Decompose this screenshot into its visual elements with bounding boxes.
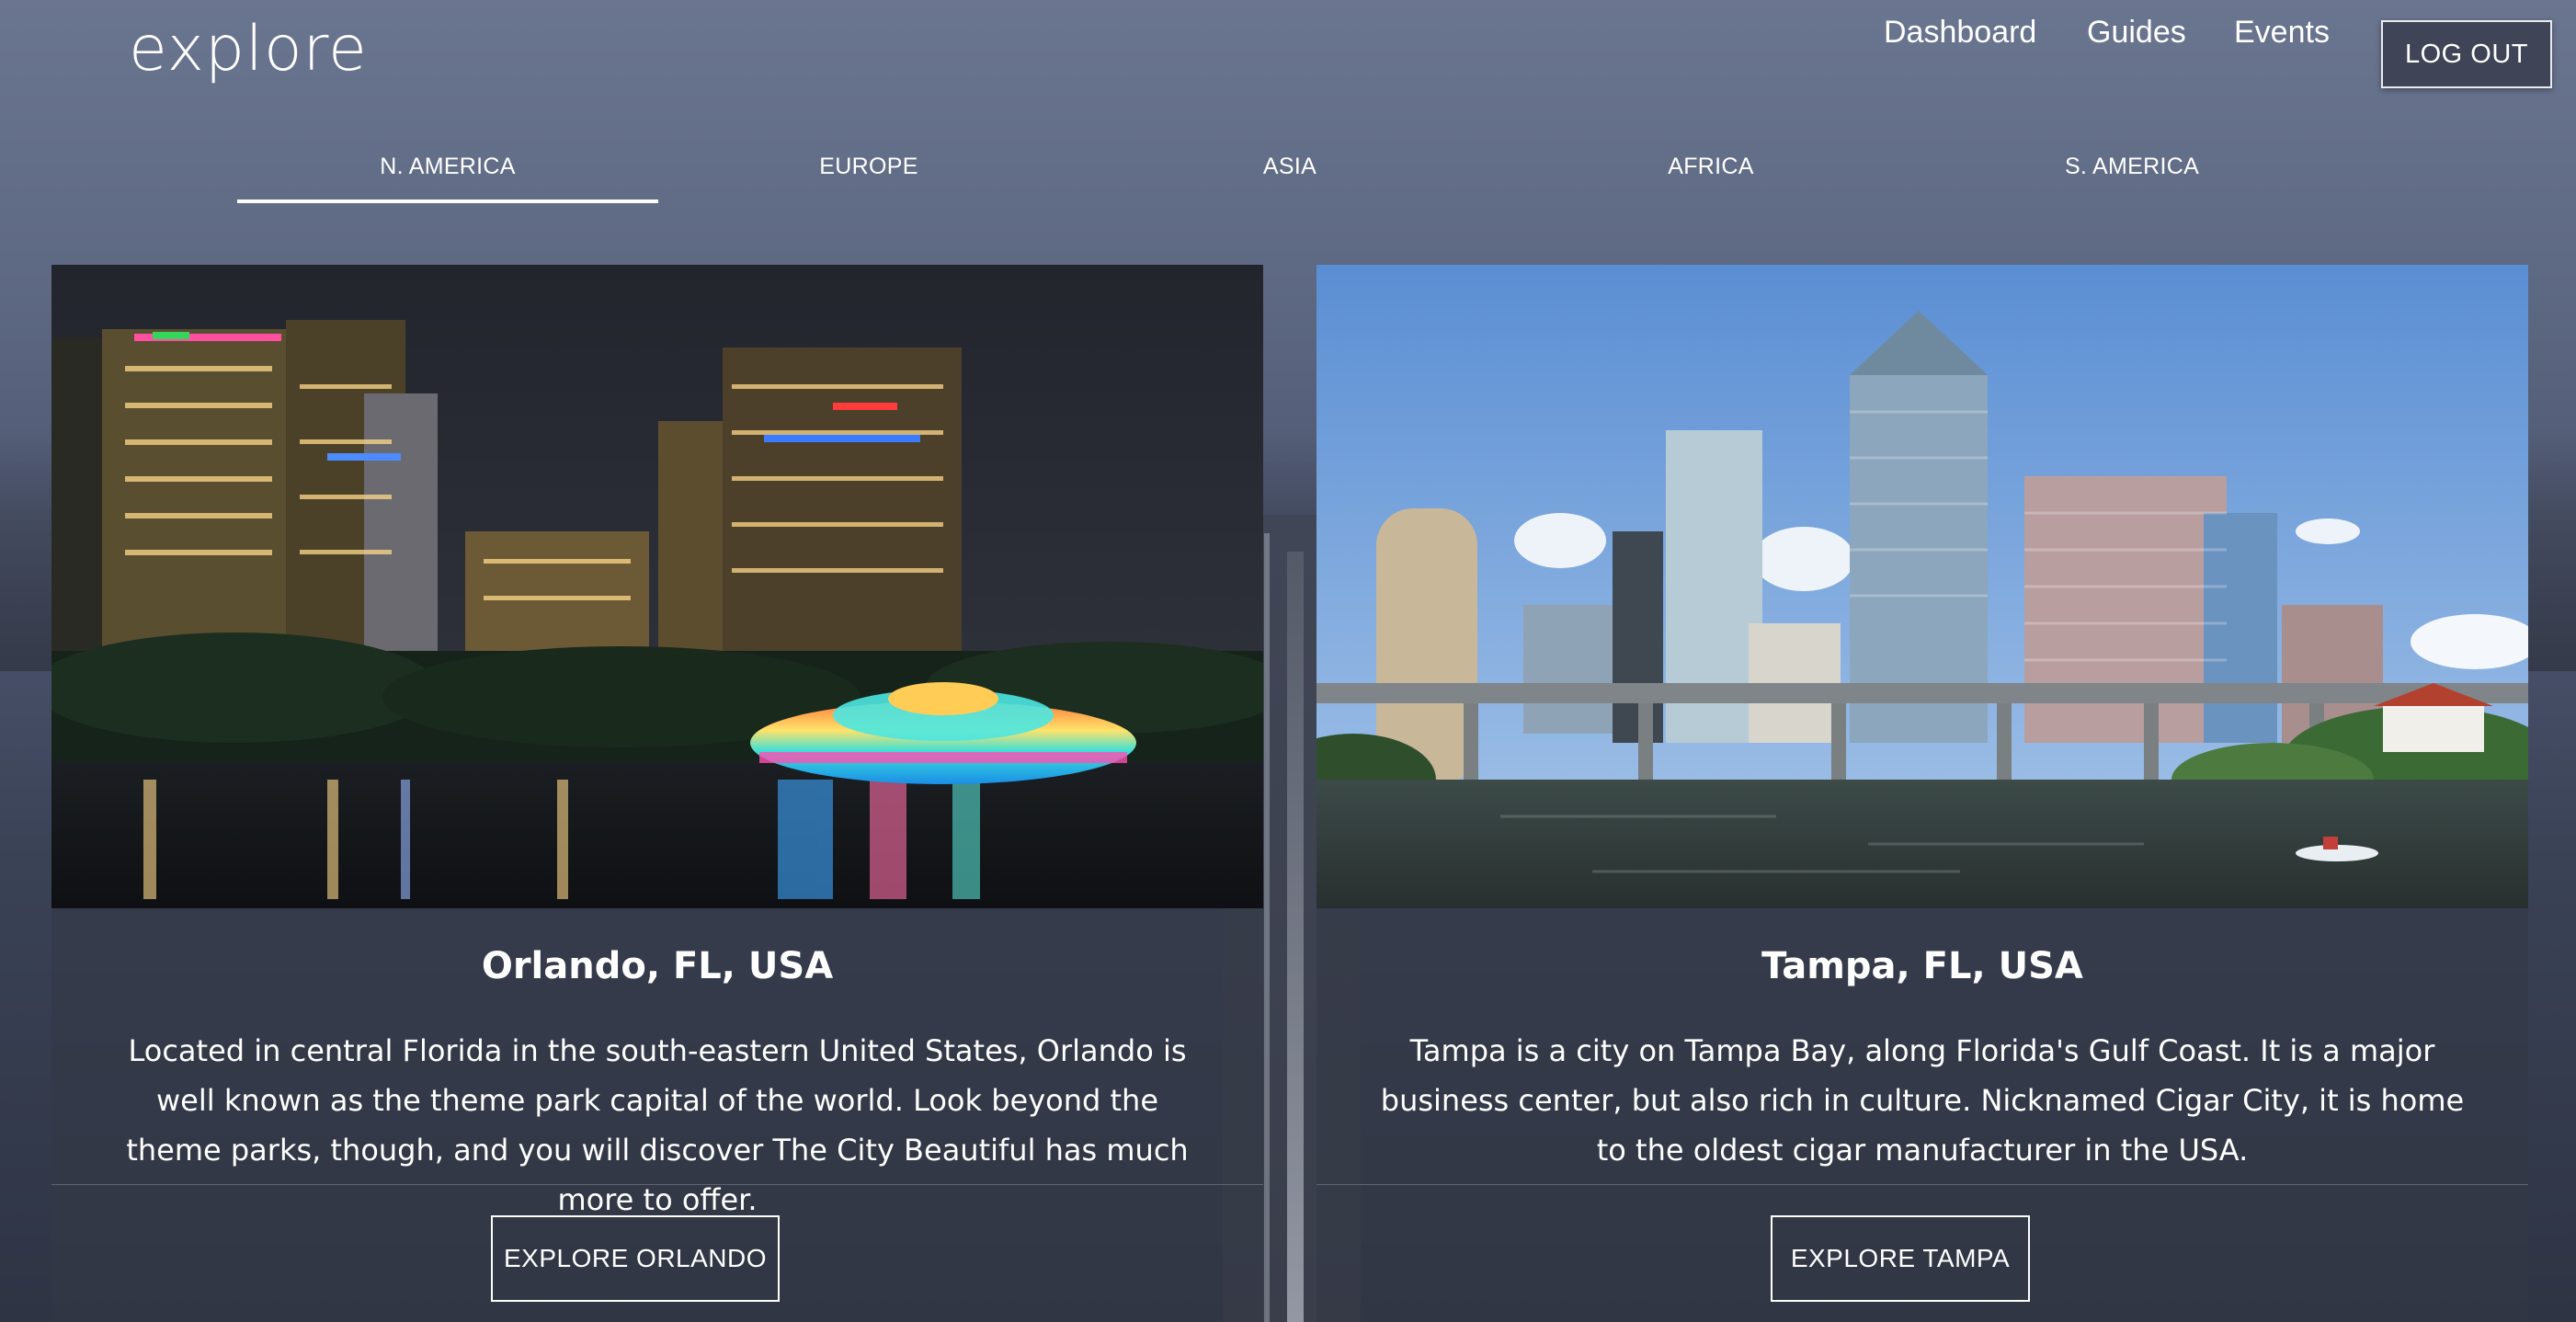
background-road-line [1287,552,1304,1322]
logout-button[interactable]: LOG OUT [2381,20,2552,88]
region-tabs: N. AMERICA EUROPE ASIA AFRICA S. AMERICA [237,129,2342,204]
nav-link-guides[interactable]: Guides [2087,15,2186,51]
tab-n-america[interactable]: N. AMERICA [237,129,658,204]
card-title: Tampa, FL, USA [1761,945,2083,987]
card-divider [51,1184,1263,1185]
brand-logo[interactable]: explore [129,13,368,85]
nav-link-dashboard[interactable]: Dashboard [1884,15,2036,51]
active-tab-indicator [237,199,658,203]
city-card-orlando: Orlando, FL, USA Located in central Flor… [51,265,1263,1322]
nav-link-events[interactable]: Events [2234,15,2330,51]
card-title: Orlando, FL, USA [481,945,834,987]
tab-africa[interactable]: AFRICA [1500,129,1921,204]
orlando-photo [51,265,1263,908]
card-description: Tampa is a city on Tampa Bay, along Flor… [1380,1033,2465,1168]
tab-europe[interactable]: EUROPE [658,129,1079,204]
tampa-photo [1316,265,2528,908]
tab-s-america[interactable]: S. AMERICA [1921,129,2342,204]
city-card-tampa: Tampa, FL, USA Tampa is a city on Tampa … [1316,265,2528,1322]
card-divider [1316,1184,2528,1185]
top-header: explore Dashboard Guides Events LOG OUT [0,0,2576,110]
explore-tampa-button[interactable]: EXPLORE TAMPA [1771,1215,2030,1302]
card-description: Located in central Florida in the south-… [126,1033,1189,1217]
background-road-edge [1264,533,1270,1322]
explore-orlando-button[interactable]: EXPLORE ORLANDO [491,1215,780,1302]
tab-asia[interactable]: ASIA [1079,129,1500,204]
